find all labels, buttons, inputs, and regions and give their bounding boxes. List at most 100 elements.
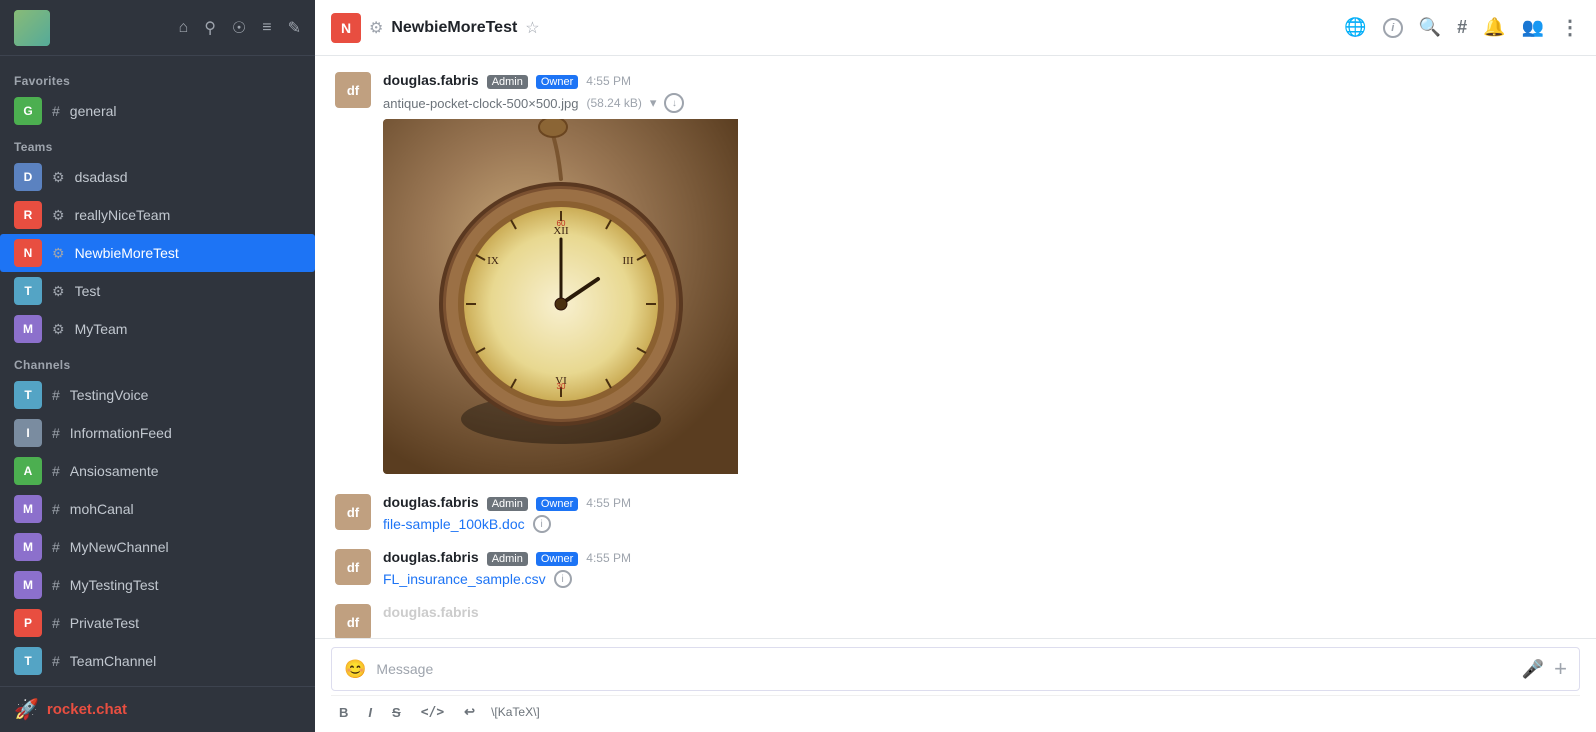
- file-link-3[interactable]: FL_insurance_sample.csv: [383, 571, 546, 587]
- team-hash: ⚙: [52, 245, 65, 262]
- sidebar-item-MyNewChannel[interactable]: M # MyNewChannel: [0, 528, 315, 566]
- channel-name: TestingVoice: [70, 387, 301, 403]
- members-icon[interactable]: 👥: [1522, 17, 1544, 38]
- TestingVoice-avatar: T: [14, 381, 42, 409]
- message-header-3: douglas.fabris Admin Owner 4:55 PM: [383, 549, 1576, 566]
- globe-icon[interactable]: 🌐: [1344, 17, 1366, 38]
- code-button[interactable]: </>: [417, 703, 448, 722]
- edit-icon[interactable]: ✎: [288, 18, 301, 38]
- chat-area: df douglas.fabris Admin Owner 4:55 PM an…: [315, 56, 1596, 638]
- channel-name: TeamChannel: [70, 653, 301, 669]
- clock-svg: XII III VI IX 60 30: [383, 119, 738, 474]
- emoji-icon[interactable]: 😊: [344, 659, 366, 680]
- home-icon[interactable]: ⌂: [179, 19, 189, 37]
- sort-icon[interactable]: ≡: [262, 19, 271, 37]
- search-icon[interactable]: 🔍: [1419, 17, 1441, 38]
- MyTestingTest-avatar: M: [14, 571, 42, 599]
- channel-hash: #: [52, 387, 60, 403]
- mic-icon[interactable]: 🎤: [1522, 659, 1544, 680]
- info-icon[interactable]: i: [1383, 18, 1403, 38]
- message-time-3: 4:55 PM: [586, 551, 631, 565]
- sidebar-item-MyTestingTest[interactable]: M # MyTestingTest: [0, 566, 315, 604]
- author-avatar-3: df: [335, 549, 371, 585]
- author-avatar-4: df: [335, 604, 371, 638]
- sidebar-item-NewbieMoreTest[interactable]: N ⚙ NewbieMoreTest: [0, 234, 315, 272]
- bell-icon[interactable]: 🔔: [1483, 17, 1505, 38]
- search-icon[interactable]: ⚲: [204, 18, 216, 38]
- message-time-1: 4:55 PM: [586, 74, 631, 88]
- sidebar-item-mohCanal[interactable]: M # mohCanal: [0, 490, 315, 528]
- channel-name: PrivateTest: [70, 615, 301, 631]
- team-hash: ⚙: [52, 169, 65, 186]
- channel-hash: #: [52, 501, 60, 517]
- message-author-2: douglas.fabris: [383, 494, 479, 510]
- message-group-2: df douglas.fabris Admin Owner 4:55 PM fi…: [335, 494, 1576, 533]
- globe-icon[interactable]: ☉: [232, 18, 246, 38]
- italic-button[interactable]: I: [364, 703, 376, 722]
- channel-hash: #: [52, 653, 60, 669]
- team-hash: ⚙: [52, 321, 65, 338]
- message-group-3: df douglas.fabris Admin Owner 4:55 PM FL…: [335, 549, 1576, 588]
- dsadasd-avatar: D: [14, 163, 42, 191]
- strike-button[interactable]: S: [388, 703, 405, 722]
- message-group-1: df douglas.fabris Admin Owner 4:55 PM an…: [335, 72, 1576, 478]
- message-time-2: 4:55 PM: [586, 496, 631, 510]
- sidebar-item-Test[interactable]: T ⚙ Test: [0, 272, 315, 310]
- channel-name: Ansiosamente: [70, 463, 301, 479]
- sidebar-item-InformationFeed[interactable]: I # InformationFeed: [0, 414, 315, 452]
- sidebar-item-Ansiosamente[interactable]: A # Ansiosamente: [0, 452, 315, 490]
- sidebar-item-general[interactable]: G # general: [0, 92, 315, 130]
- favorites-label: Favorites: [0, 64, 315, 92]
- admin-badge-2: Admin: [487, 497, 528, 511]
- quote-button[interactable]: ↩: [460, 702, 479, 722]
- channel-hash: #: [52, 577, 60, 593]
- reallyNiceTeam-avatar: R: [14, 201, 42, 229]
- MyTeam-avatar: M: [14, 315, 42, 343]
- add-icon[interactable]: +: [1554, 656, 1567, 682]
- channel-hash: #: [52, 539, 60, 555]
- main-content: N ⚙ NewbieMoreTest ☆ 🌐 i 🔍 # 🔔 👥 ⋮ df do…: [315, 0, 1596, 732]
- sidebar-item-TestingVoice[interactable]: T # TestingVoice: [0, 376, 315, 414]
- sidebar-header: ⌂ ⚲ ☉ ≡ ✎: [0, 0, 315, 56]
- channel-name: MyNewChannel: [70, 539, 301, 555]
- rocket-chat-logo: 🚀 rocket.chat: [14, 697, 301, 722]
- general-avatar: G: [14, 97, 42, 125]
- sidebar-item-TeamChannel[interactable]: T # TeamChannel: [0, 642, 315, 680]
- team-name: NewbieMoreTest: [75, 245, 301, 261]
- bold-button[interactable]: B: [335, 703, 352, 722]
- svg-text:60: 60: [557, 219, 566, 228]
- file-info-1: antique-pocket-clock-500×500.jpg (58.24 …: [383, 93, 1576, 113]
- user-avatar[interactable]: [14, 10, 50, 46]
- more-icon[interactable]: ⋮: [1560, 15, 1580, 40]
- owner-badge-2: Owner: [536, 497, 578, 511]
- MyNewChannel-avatar: M: [14, 533, 42, 561]
- message-input[interactable]: [376, 661, 1511, 677]
- team-name: reallyNiceTeam: [75, 207, 301, 223]
- dropdown-icon[interactable]: ▾: [650, 95, 657, 111]
- PrivateTest-avatar: P: [14, 609, 42, 637]
- topbar-actions: 🌐 i 🔍 # 🔔 👥 ⋮: [1344, 15, 1580, 40]
- katex-button[interactable]: \[KaTeX\]: [491, 705, 540, 719]
- team-name: dsadasd: [75, 169, 301, 185]
- message-input-row: 😊 🎤 +: [331, 647, 1580, 691]
- message-author-1: douglas.fabris: [383, 72, 479, 88]
- star-icon[interactable]: ☆: [525, 18, 539, 38]
- teams-label: Teams: [0, 130, 315, 158]
- file-info-icon-3[interactable]: i: [554, 570, 572, 588]
- NewbieMoreTest-avatar: N: [14, 239, 42, 267]
- sidebar-item-dsadasd[interactable]: D ⚙ dsadasd: [0, 158, 315, 196]
- sidebar-item-PrivateTest[interactable]: P # PrivateTest: [0, 604, 315, 642]
- download-icon-1[interactable]: ↓: [664, 93, 684, 113]
- message-image-1[interactable]: XII III VI IX 60 30: [383, 119, 743, 474]
- message-content-2: douglas.fabris Admin Owner 4:55 PM file-…: [383, 494, 1576, 533]
- file-link-2[interactable]: file-sample_100kB.doc: [383, 516, 525, 532]
- message-header-2: douglas.fabris Admin Owner 4:55 PM: [383, 494, 1576, 511]
- admin-badge-3: Admin: [487, 552, 528, 566]
- file-info-icon-2[interactable]: i: [533, 515, 551, 533]
- hash-icon[interactable]: #: [1457, 17, 1467, 38]
- message-header-4: douglas.fabris: [383, 604, 1576, 620]
- channel-avatar: N: [331, 13, 361, 43]
- sidebar-item-reallyNiceTeam[interactable]: R ⚙ reallyNiceTeam: [0, 196, 315, 234]
- channel-hash: #: [52, 615, 60, 631]
- sidebar-item-MyTeam[interactable]: M ⚙ MyTeam: [0, 310, 315, 348]
